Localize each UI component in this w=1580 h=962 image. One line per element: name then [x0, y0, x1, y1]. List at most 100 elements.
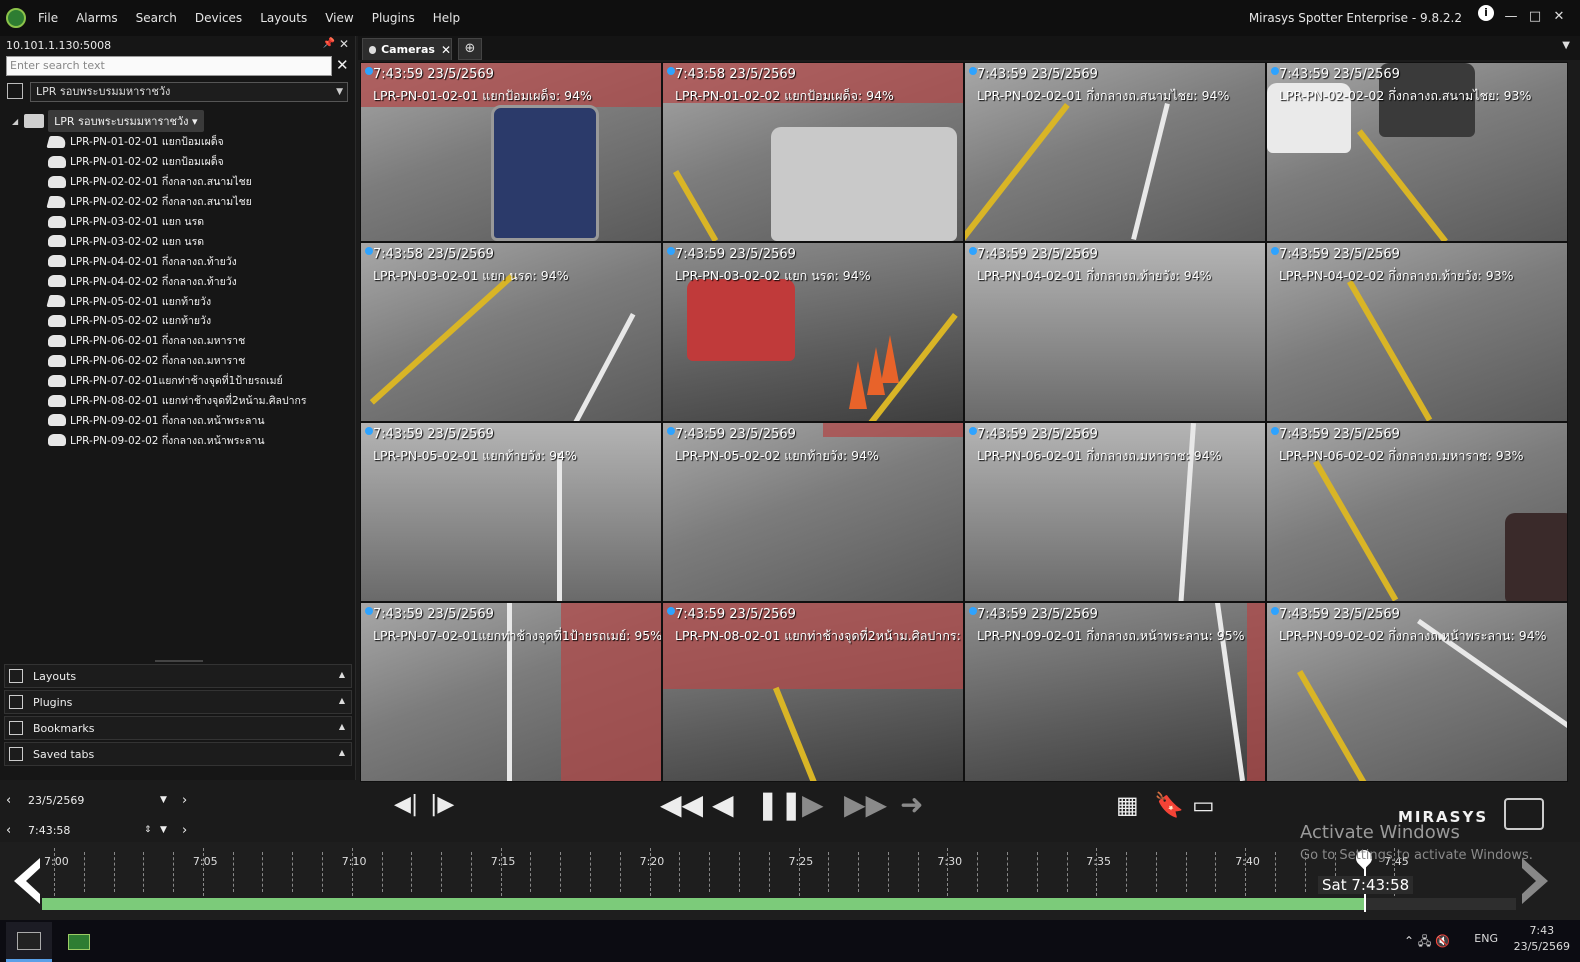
camera-item[interactable]: LPR-PN-09-02-02 กึ่งกลางถ.หน้าพระลาน: [48, 430, 307, 450]
chevron-down-icon[interactable]: ▼: [160, 795, 167, 805]
chevron-down-icon[interactable]: ▼: [160, 825, 167, 835]
camera-view[interactable]: 7:43:59 23/5/2569 LPR-PN-05-02-02 แยกท้า…: [662, 422, 964, 602]
play-reverse-icon[interactable]: ◀: [712, 788, 734, 822]
camera-item[interactable]: LPR-PN-04-02-02 กึ่งกลางถ.ท้ายวัง: [48, 271, 307, 291]
menu-file[interactable]: File: [38, 11, 58, 25]
menu-help[interactable]: Help: [433, 11, 460, 25]
timeline-minor-tick: [768, 852, 770, 892]
camera-view[interactable]: 7:43:59 23/5/2569 LPR-PN-03-02-02 แยก นร…: [662, 242, 964, 422]
camera-view[interactable]: 7:43:59 23/5/2569 LPR-PN-06-02-02 กึ่งกล…: [1266, 422, 1568, 602]
step-back-icon[interactable]: ◀|: [394, 788, 418, 822]
close-panel-icon[interactable]: ✕: [339, 37, 349, 51]
section-layouts[interactable]: Layouts ▲: [4, 664, 352, 688]
tab-cameras[interactable]: Cameras ✕: [362, 38, 452, 60]
timeline-minor-tick: [411, 852, 413, 892]
pause-icon[interactable]: ❚❚: [756, 788, 803, 822]
timeline[interactable]: 7:00 7:05 7:10 7:15 7:20 7:25 7:30 7:35 7:40 7:45…: [0, 842, 1580, 920]
panel-resize-handle[interactable]: [155, 660, 203, 662]
camera-item[interactable]: LPR-PN-04-02-01 กึ่งกลางถ.ท้ายวัง: [48, 251, 307, 271]
camera-view[interactable]: 7:43:58 23/5/2569 LPR-PN-01-02-02 แยกป้อ…: [662, 62, 964, 242]
camera-item[interactable]: LPR-PN-07-02-01แยกท่าช้างจุดที่1ป้ายรถเม…: [48, 371, 307, 391]
tree-root-folder[interactable]: ◢ LPR รอบพระบรมมหาราชวัง ▾: [12, 110, 204, 132]
timeline-minor-tick: [530, 852, 532, 892]
menu-search[interactable]: Search: [136, 11, 177, 25]
camera-item[interactable]: LPR-PN-06-02-01 กึ่งกลางถ.มหาราช: [48, 331, 307, 351]
camera-view[interactable]: 7:43:59 23/5/2569 LPR-PN-06-02-01 กึ่งกล…: [964, 422, 1266, 602]
menu-plugins[interactable]: Plugins: [372, 11, 415, 25]
menu-view[interactable]: View: [325, 11, 353, 25]
camera-item[interactable]: LPR-PN-09-02-01 กึ่งกลางถ.หน้าพระลาน: [48, 410, 307, 430]
info-icon[interactable]: i: [1478, 5, 1494, 21]
timeline-back-icon[interactable]: [4, 856, 44, 906]
camera-view[interactable]: 7:43:58 23/5/2569 LPR-PN-03-02-01 แยก นร…: [360, 242, 662, 422]
date-field[interactable]: 23/5/2569: [28, 794, 178, 807]
camera-item[interactable]: LPR-PN-05-02-01 แยกท้ายวัง: [46, 291, 307, 311]
fast-forward-icon[interactable]: ▶▶: [844, 788, 887, 822]
previous-day-icon[interactable]: ‹: [6, 793, 11, 808]
camera-view[interactable]: 7:43:59 23/5/2569 LPR-PN-09-02-02 กึ่งกล…: [1266, 602, 1568, 782]
rewind-icon[interactable]: ◀◀: [660, 788, 703, 822]
camera-item[interactable]: LPR-PN-08-02-01 แยกท่าช้างจุดที่2หน้าม.ศ…: [48, 391, 307, 411]
spinner-icon[interactable]: ⇕: [144, 825, 152, 835]
next-day-icon[interactable]: ›: [182, 793, 187, 808]
layout-select[interactable]: LPR รอบพระบรมมหาราชวัง ▼: [30, 82, 348, 102]
tab-overflow-icon[interactable]: ▼: [1562, 40, 1570, 51]
camera-item[interactable]: LPR-PN-03-02-01 แยก นรด: [48, 212, 307, 232]
maximize-button[interactable]: □: [1524, 6, 1546, 28]
menu-devices[interactable]: Devices: [195, 11, 242, 25]
dome-camera-icon: [48, 314, 66, 327]
camera-view[interactable]: 7:43:59 23/5/2569 LPR-PN-07-02-01แยกท่าช…: [360, 602, 662, 782]
tree-view-icon[interactable]: [7, 83, 23, 99]
section-saved-tabs[interactable]: Saved tabs ▲: [4, 742, 352, 766]
camera-item[interactable]: LPR-PN-01-02-01 แยกป้อมเผด็จ: [46, 132, 307, 152]
dome-camera-icon: [48, 215, 66, 228]
previous-time-icon[interactable]: ‹: [6, 823, 11, 838]
menu-alarms[interactable]: Alarms: [76, 11, 118, 25]
camera-view[interactable]: 7:43:59 23/5/2569 LPR-PN-02-02-02 กึ่งกล…: [1266, 62, 1568, 242]
dome-camera-icon: [48, 255, 66, 268]
camera-view[interactable]: 7:43:59 23/5/2569 LPR-PN-05-02-01 แยกท้า…: [360, 422, 662, 602]
camera-name: LPR-PN-05-02-02 แยกท้ายวัง: 94%: [675, 448, 879, 463]
grid-layout-icon[interactable]: ▦: [1116, 788, 1139, 822]
filmstrip-icon[interactable]: ▭: [1192, 788, 1215, 822]
search-input[interactable]: Enter search text: [6, 56, 332, 76]
camera-item[interactable]: LPR-PN-02-02-01 กึ่งกลางถ.สนามไชย: [48, 172, 307, 192]
timeline-forward-icon[interactable]: [1518, 856, 1558, 906]
next-time-icon[interactable]: ›: [182, 823, 187, 838]
taskbar-mirasys[interactable]: [56, 922, 102, 962]
bookmark-icon[interactable]: 🔖: [1154, 788, 1184, 822]
camera-item[interactable]: LPR-PN-01-02-02 แยกป้อมเผด็จ: [48, 152, 307, 172]
camera-item[interactable]: LPR-PN-02-02-02 กึ่งกลางถ.สนามไชย: [46, 192, 307, 212]
timeline-minor-tick: [322, 852, 324, 892]
time-field[interactable]: 7:43:58: [28, 824, 178, 837]
camera-view[interactable]: 7:43:59 23/5/2569 LPR-PN-04-02-02 กึ่งกล…: [1266, 242, 1568, 422]
taskbar-clock[interactable]: 7:43 23/5/2569: [1514, 923, 1570, 955]
close-window-button[interactable]: ✕: [1548, 6, 1570, 28]
camera-item[interactable]: LPR-PN-06-02-02 กึ่งกลางถ.มหาราช: [48, 351, 307, 371]
menu-layouts[interactable]: Layouts: [260, 11, 307, 25]
clear-search-icon[interactable]: ✕: [336, 56, 349, 74]
language-indicator[interactable]: ENG: [1474, 932, 1498, 945]
recording-dot-icon: [667, 427, 675, 435]
expand-triangle-icon[interactable]: ◢: [12, 117, 18, 126]
camera-item[interactable]: LPR-PN-05-02-02 แยกท้ายวัง: [48, 311, 307, 331]
camera-item[interactable]: LPR-PN-03-02-02 แยก นรด: [48, 231, 307, 251]
section-bookmarks[interactable]: Bookmarks ▲: [4, 716, 352, 740]
go-live-icon[interactable]: ➜: [900, 788, 923, 822]
minimize-button[interactable]: —: [1500, 6, 1522, 28]
timeline-tick-label: 7:00: [44, 855, 69, 868]
step-forward-icon[interactable]: |▶: [430, 788, 454, 822]
play-icon[interactable]: ▶: [802, 788, 824, 822]
camera-view[interactable]: 7:43:59 23/5/2569 LPR-PN-04-02-01 กึ่งกล…: [964, 242, 1266, 422]
system-tray-icons[interactable]: ⌃ 🖧 🔇: [1404, 932, 1450, 953]
taskbar-terminal[interactable]: [6, 922, 52, 962]
camera-view[interactable]: 7:43:59 23/5/2569 LPR-PN-02-02-01 กึ่งกล…: [964, 62, 1266, 242]
camera-view[interactable]: 7:43:59 23/5/2569 LPR-PN-01-02-01 แยกป้อ…: [360, 62, 662, 242]
add-tab-button[interactable]: ⊕: [458, 38, 482, 60]
pin-icon[interactable]: 📌: [323, 38, 335, 49]
section-plugins[interactable]: Plugins ▲: [4, 690, 352, 714]
camera-view[interactable]: 7:43:59 23/5/2569 LPR-PN-08-02-01 แยกท่า…: [662, 602, 964, 782]
close-tab-icon[interactable]: ✕: [441, 43, 451, 57]
camera-view[interactable]: 7:43:59 23/5/2569 LPR-PN-09-02-01 กึ่งกล…: [964, 602, 1266, 782]
camera-name: LPR-PN-06-02-02 กึ่งกลางถ.มหาราช: 93%: [1279, 448, 1524, 463]
